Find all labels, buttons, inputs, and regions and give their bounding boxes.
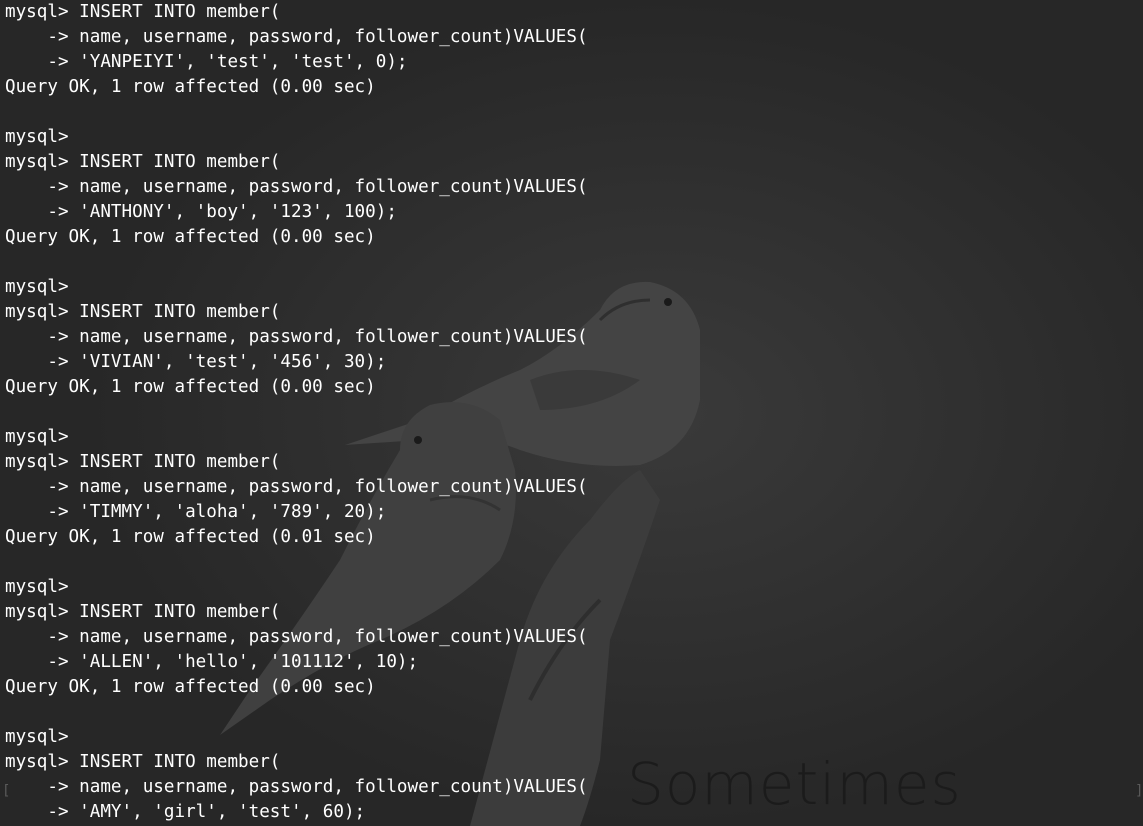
terminal-line: mysql> <box>5 577 69 597</box>
terminal-line: Query OK, 1 row affected (0.00 sec) <box>5 77 376 97</box>
scroll-right-marker: ] <box>1135 783 1143 799</box>
terminal-line: mysql> INSERT INTO member( <box>5 2 281 22</box>
terminal-line: -> 'ANTHONY', 'boy', '123', 100); <box>5 202 397 222</box>
terminal-line: mysql> <box>5 727 69 747</box>
terminal-line: mysql> INSERT INTO member( <box>5 152 281 172</box>
terminal-line: mysql> INSERT INTO member( <box>5 752 281 772</box>
terminal-line: mysql> <box>5 127 69 147</box>
terminal-line: Query OK, 1 row affected (0.00 sec) <box>5 377 376 397</box>
terminal-line: Query OK, 1 row affected (0.00 sec) <box>5 677 376 697</box>
terminal-line: -> name, username, password, follower_co… <box>5 327 588 347</box>
terminal-window[interactable]: Sometimes mysql> INSERT INTO member( -> … <box>0 0 1143 826</box>
terminal-line: Query OK, 1 row affected (0.00 sec) <box>5 227 376 247</box>
terminal-line: -> name, username, password, follower_co… <box>5 477 588 497</box>
terminal-line: mysql> INSERT INTO member( <box>5 602 281 622</box>
terminal-line: mysql> INSERT INTO member( <box>5 452 281 472</box>
terminal-line: Query OK, 1 row affected (0.01 sec) <box>5 527 376 547</box>
terminal-line: -> 'ALLEN', 'hello', '101112', 10); <box>5 652 419 672</box>
terminal-line: -> name, username, password, follower_co… <box>5 627 588 647</box>
terminal-line: -> 'AMY', 'girl', 'test', 60); <box>5 802 366 822</box>
terminal-line: -> 'VIVIAN', 'test', '456', 30); <box>5 352 387 372</box>
terminal-line: -> 'YANPEIYI', 'test', 'test', 0); <box>5 52 408 72</box>
terminal-line: -> name, username, password, follower_co… <box>5 27 588 47</box>
terminal-line: -> name, username, password, follower_co… <box>5 177 588 197</box>
scroll-left-marker: [ <box>2 783 11 799</box>
terminal-line: mysql> INSERT INTO member( <box>5 302 281 322</box>
terminal-line: mysql> <box>5 427 69 447</box>
terminal-line: -> name, username, password, follower_co… <box>5 777 588 797</box>
terminal-line: mysql> <box>5 277 69 297</box>
terminal-output: mysql> INSERT INTO member( -> name, user… <box>5 0 588 825</box>
terminal-line: -> 'TIMMY', 'aloha', '789', 20); <box>5 502 387 522</box>
wallpaper-caption-text: Sometimes <box>627 750 962 818</box>
